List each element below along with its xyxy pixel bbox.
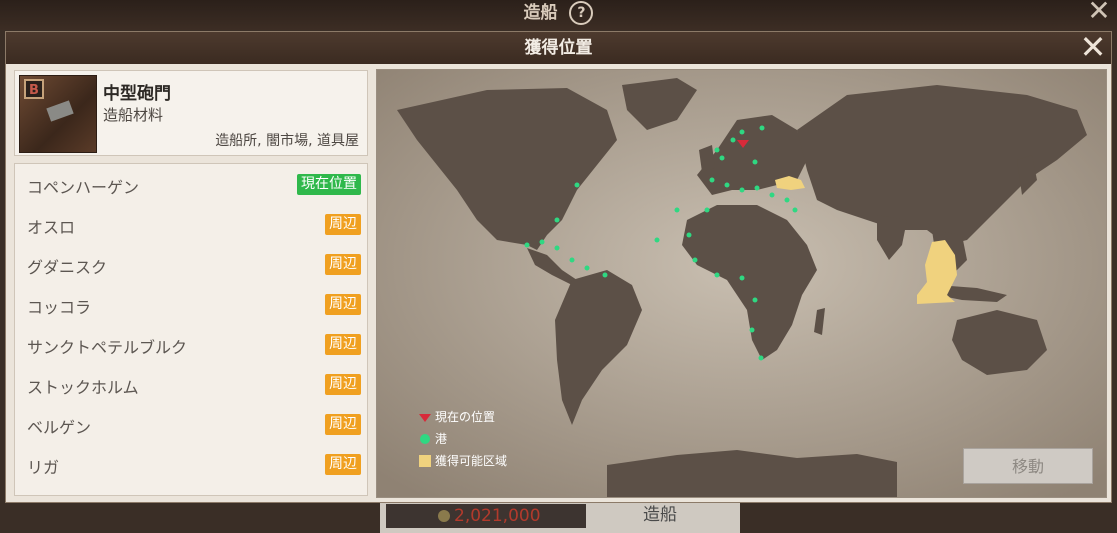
port-marker [524,242,530,248]
nearby-badge: 周辺 [325,414,361,435]
location-row[interactable]: コペンハーゲン 現在位置 [15,164,367,204]
port-marker [569,257,575,263]
map-legend: 現在の位置 港 獲得可能区域 [419,406,507,472]
shipbuilding-header: 造船 ? [0,0,1117,30]
nearby-badge: 周辺 [325,214,361,235]
port-dot-icon [420,434,430,444]
port-marker [714,272,720,278]
port-marker [584,265,590,271]
location-name: リガ [27,458,60,477]
port-marker [554,245,560,251]
port-marker [769,192,775,198]
nearby-badge: 周辺 [325,254,361,275]
item-card: B 中型砲門 造船材料 造船所, 闇市場, 道具屋 [14,70,368,156]
background-footer: 2,021,000 造船 [380,500,740,533]
legend-current: 現在の位置 [419,406,507,428]
legend-current-label: 現在の位置 [435,410,496,424]
nearby-badge: 周辺 [325,454,361,475]
location-name: サンクトペテルブルク [27,338,188,357]
location-row[interactable]: グダニスク 周辺 [15,244,367,284]
acquisition-location-dialog: 獲得位置 ✕ B 中型砲門 造船材料 造船所, 闇市場, 道具屋 コペンハーゲン… [5,31,1112,503]
grade-badge: B [24,79,44,99]
location-row[interactable]: ベルゲン 周辺 [15,404,367,444]
port-marker [749,327,755,333]
nearby-badge: 周辺 [325,334,361,355]
port-marker [554,217,560,223]
legend-port: 港 [419,428,507,450]
location-row[interactable]: コッコラ 周辺 [15,284,367,324]
location-name: ストックホルム [27,378,139,397]
port-marker [739,275,745,281]
port-marker [759,125,765,131]
current-marker-icon [419,414,431,422]
port-marker [752,159,758,165]
port-marker [709,177,715,183]
port-marker [704,207,710,213]
port-marker [674,207,680,213]
shipbuilding-title: 造船 [523,3,558,23]
build-button[interactable]: 造船 [600,500,720,533]
item-name: 中型砲門 [103,84,171,104]
location-name: コッコラ [27,298,92,317]
port-marker [692,257,698,263]
location-name: ベルゲン [27,418,92,437]
port-marker [758,355,764,361]
location-row[interactable]: リガ 周辺 [15,444,367,484]
port-marker [784,197,790,203]
world-map[interactable]: 現在の位置 港 獲得可能区域 移動 [376,69,1107,498]
port-marker [602,272,608,278]
location-name: オスロ [27,218,76,237]
price-value: 2,021,000 [454,506,541,526]
item-sources: 造船所, 闇市場, 道具屋 [215,133,359,149]
location-name: グダニスク [27,258,108,277]
background-close-icon[interactable]: ✕ [1087,0,1111,25]
item-type: 造船材料 [103,106,164,124]
current-location-badge: 現在位置 [297,174,361,195]
port-marker [792,207,798,213]
location-row[interactable]: ストックホルム 周辺 [15,364,367,404]
port-marker [739,129,745,135]
close-icon[interactable]: ✕ [1079,31,1107,63]
location-row[interactable]: サンクトペテルブルク 周辺 [15,324,367,364]
location-list: コペンハーゲン 現在位置 オスロ 周辺 グダニスク 周辺 コッコラ 周辺 サンク… [14,163,368,496]
port-marker [754,185,760,191]
item-plate [46,100,74,122]
dialog-title: 獲得位置 [6,32,1111,64]
price-display: 2,021,000 [386,504,586,528]
move-button[interactable]: 移動 [963,448,1093,484]
port-marker [574,182,580,188]
port-marker [730,137,736,143]
port-marker [724,182,730,188]
area-square-icon [419,455,431,467]
location-name: コペンハーゲン [27,178,140,197]
location-row[interactable]: オスロ 周辺 [15,204,367,244]
port-marker [686,232,692,238]
legend-port-label: 港 [435,432,448,446]
nearby-badge: 周辺 [325,294,361,315]
coin-icon [438,510,450,522]
item-image: B [19,75,97,153]
port-marker [714,147,720,153]
port-marker [739,187,745,193]
port-marker [539,239,545,245]
help-icon[interactable]: ? [569,1,594,25]
port-marker [719,155,725,161]
nearby-badge: 周辺 [325,374,361,395]
port-marker [752,297,758,303]
legend-area: 獲得可能区域 [419,450,507,472]
port-marker [654,237,660,243]
legend-area-label: 獲得可能区域 [435,454,508,468]
